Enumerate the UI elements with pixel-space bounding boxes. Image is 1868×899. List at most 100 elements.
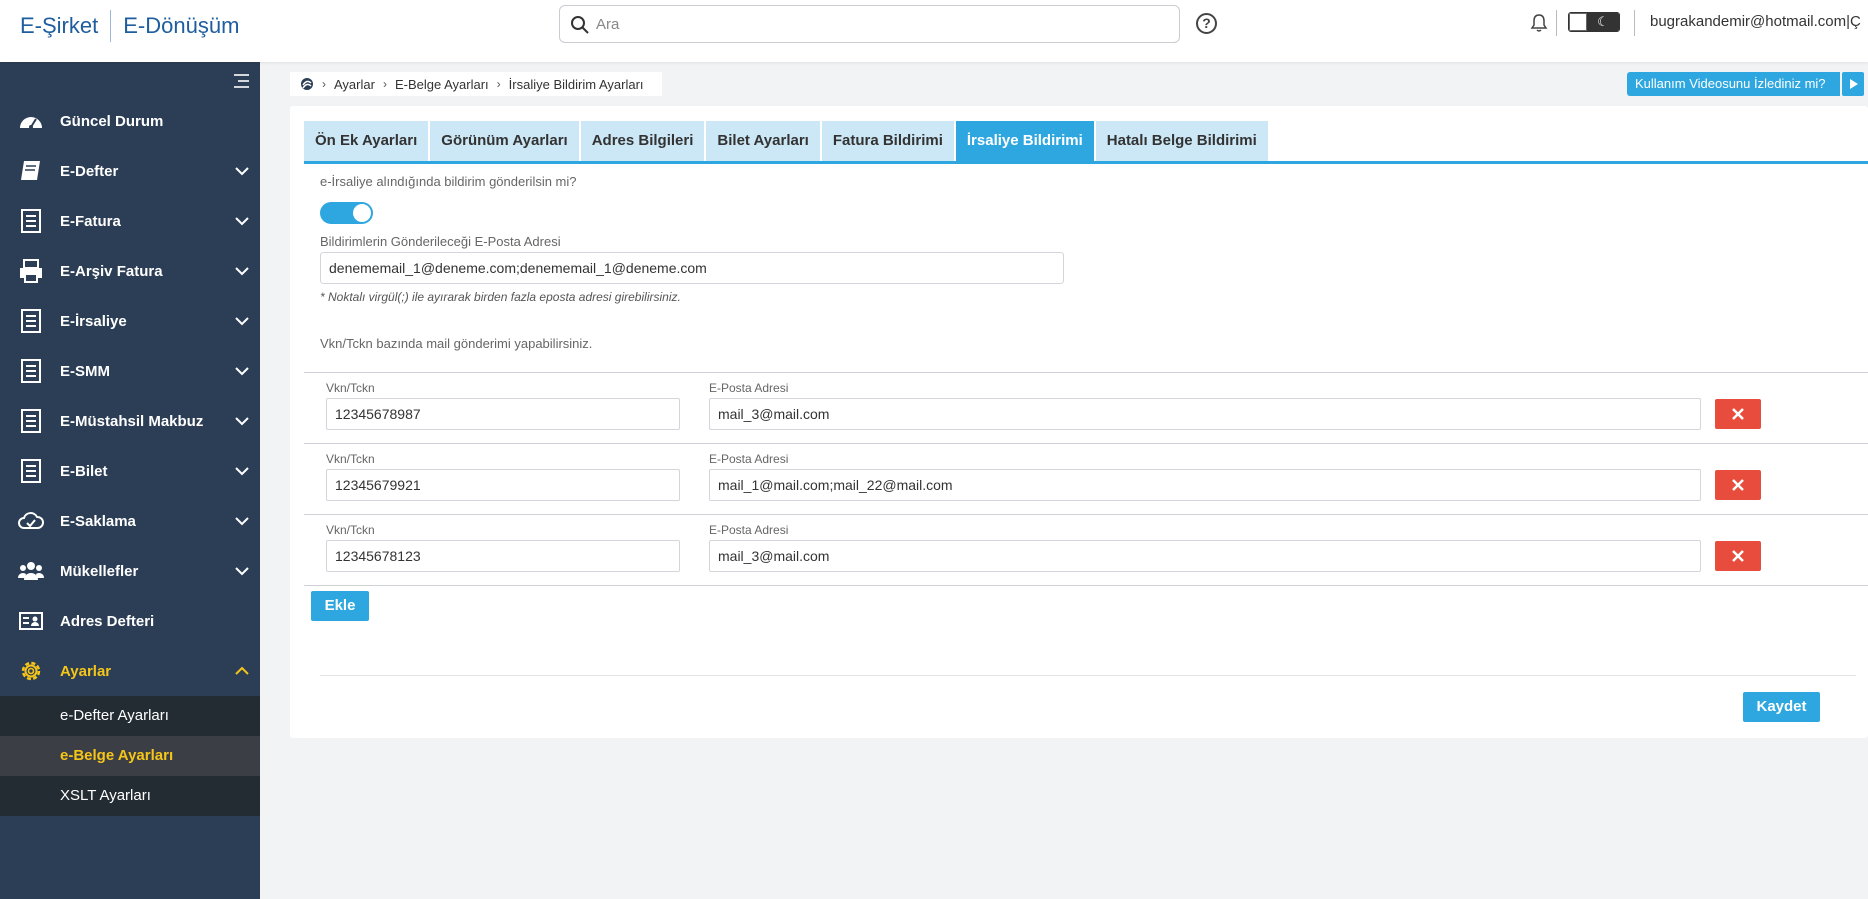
- sidebar-item-label: E-İrsaliye: [60, 312, 127, 330]
- vkn-input[interactable]: [326, 469, 680, 501]
- add-row-button[interactable]: Ekle: [311, 591, 369, 621]
- vkn-label: Vkn/Tckn: [326, 381, 375, 395]
- sidebar-item-e-mustahsil-makbuz[interactable]: E-Müstahsil Makbuz: [0, 396, 260, 446]
- chevron-down-icon: [235, 367, 249, 376]
- close-icon: [1732, 479, 1744, 491]
- book-icon: [21, 161, 40, 180]
- sidebar-item-adres-defteri[interactable]: Adres Defteri: [0, 596, 260, 646]
- vkn-info-text: Vkn/Tckn bazında mail gönderimi yapabili…: [320, 336, 593, 351]
- tab-adres-bilgileri[interactable]: Adres Bilgileri: [580, 121, 705, 161]
- sidebar-subitem-xslt-ayarlari[interactable]: XSLT Ayarları: [0, 776, 260, 816]
- vkn-input[interactable]: [326, 398, 680, 430]
- sidebar-item-label: E-Fatura: [60, 212, 121, 230]
- breadcrumb: › Ayarlar › E-Belge Ayarları › İrsaliye …: [290, 72, 662, 96]
- breadcrumb-item-e-belge-ayarlari[interactable]: E-Belge Ayarları: [395, 77, 489, 92]
- search-icon: [571, 16, 589, 34]
- row-email-label: E-Posta Adresi: [709, 381, 789, 395]
- chevron-down-icon: [235, 467, 249, 476]
- receipt-icon: [21, 209, 41, 233]
- cloud-icon: [18, 512, 44, 529]
- tab-irsaliye-bildirimi[interactable]: İrsaliye Bildirimi: [955, 121, 1094, 161]
- breadcrumb-separator: ›: [322, 77, 326, 91]
- row-divider: [304, 372, 1868, 373]
- tab-on-ek-ayarlari[interactable]: Ön Ek Ayarları: [304, 121, 429, 161]
- sidebar-item-e-fatura[interactable]: E-Fatura: [0, 196, 260, 246]
- tab-gorunum-ayarlari[interactable]: Görünüm Ayarları: [430, 121, 579, 161]
- row-email-input[interactable]: [709, 540, 1701, 572]
- top-header: E-Şirket E-Dönüşüm ? ☾ bugrakandemir@hot…: [0, 0, 1868, 62]
- sidebar-subitem-label: XSLT Ayarları: [60, 787, 151, 804]
- tab-bar: Ön Ek Ayarları Görünüm Ayarları Adres Bi…: [304, 121, 1270, 161]
- vkn-label: Vkn/Tckn: [326, 523, 375, 537]
- tab-bilet-ayarlari[interactable]: Bilet Ayarları: [706, 121, 820, 161]
- chevron-down-icon: [235, 317, 249, 326]
- sidebar-item-e-irsaliye[interactable]: E-İrsaliye: [0, 296, 260, 346]
- sidebar-item-label: Mükellefler: [60, 562, 139, 580]
- row-email-label: E-Posta Adresi: [709, 523, 789, 537]
- sidebar-item-label: E-Saklama: [60, 512, 136, 530]
- delete-row-button[interactable]: [1715, 399, 1761, 429]
- sidebar: Güncel Durum E-Defter E-Fatura E-Arşiv F…: [0, 62, 260, 899]
- sidebar-item-e-defter[interactable]: E-Defter: [0, 146, 260, 196]
- row-divider: [304, 443, 1868, 444]
- notification-bell-icon[interactable]: [1530, 13, 1548, 33]
- sidebar-item-e-smm[interactable]: E-SMM: [0, 346, 260, 396]
- chevron-down-icon: [235, 267, 249, 276]
- delete-row-button[interactable]: [1715, 541, 1761, 571]
- home-logo-icon[interactable]: [300, 77, 314, 91]
- receipt-icon: [21, 409, 41, 433]
- chevron-down-icon: [235, 417, 249, 426]
- email-field-label: Bildirimlerin Gönderileceği E-Posta Adre…: [320, 234, 561, 249]
- row-email-input[interactable]: [709, 469, 1701, 501]
- user-email[interactable]: bugrakandemir@hotmail.com|Ç: [1650, 13, 1861, 30]
- row-divider: [304, 514, 1868, 515]
- sidebar-item-guncel-durum[interactable]: Güncel Durum: [0, 96, 260, 146]
- sidebar-item-e-saklama[interactable]: E-Saklama: [0, 496, 260, 546]
- light-mode-icon: [1569, 13, 1587, 31]
- sidebar-item-label: E-Bilet: [60, 462, 108, 480]
- header-divider: [1634, 10, 1635, 36]
- theme-toggle[interactable]: ☾: [1568, 12, 1620, 32]
- sidebar-item-mukellefler[interactable]: Mükellefler: [0, 546, 260, 596]
- video-help-button[interactable]: Kullanım Videosunu İzlediniz mi?: [1627, 72, 1840, 96]
- row-email-input[interactable]: [709, 398, 1701, 430]
- sidebar-item-label: E-Arşiv Fatura: [60, 262, 163, 280]
- brand-product: E-Dönüşüm: [123, 13, 240, 38]
- delete-row-button[interactable]: [1715, 470, 1761, 500]
- vkn-input[interactable]: [326, 540, 680, 572]
- sidebar-subitem-label: e-Belge Ayarları: [60, 747, 174, 764]
- close-icon: [1732, 408, 1744, 420]
- brand-divider: [110, 10, 112, 42]
- printer-icon: [20, 259, 42, 283]
- sidebar-subitem-e-defter-ayarlari[interactable]: e-Defter Ayarları: [0, 696, 260, 736]
- play-icon[interactable]: [1842, 72, 1864, 96]
- tab-fatura-bildirimi[interactable]: Fatura Bildirimi: [821, 121, 954, 161]
- help-icon[interactable]: ?: [1196, 13, 1217, 34]
- tab-hatali-belge-bildirimi[interactable]: Hatalı Belge Bildirimi: [1095, 121, 1268, 161]
- sidebar-item-label: Ayarlar: [60, 662, 112, 680]
- menu-collapse-icon[interactable]: [230, 72, 250, 90]
- row-email-label: E-Posta Adresi: [709, 452, 789, 466]
- sidebar-item-ayarlar[interactable]: Ayarlar: [0, 646, 260, 696]
- notification-email-input[interactable]: [320, 252, 1064, 284]
- chevron-down-icon: [235, 517, 249, 526]
- row-divider: [304, 585, 1868, 586]
- breadcrumb-separator: ›: [382, 77, 387, 91]
- receipt-icon: [21, 459, 41, 483]
- breadcrumb-item-ayarlar[interactable]: Ayarlar: [334, 77, 375, 92]
- moon-icon: ☾: [1587, 13, 1619, 31]
- switch-knob: [353, 204, 371, 222]
- sidebar-subitem-e-belge-ayarlari[interactable]: e-Belge Ayarları: [0, 736, 260, 776]
- save-button[interactable]: Kaydet: [1743, 692, 1820, 722]
- brand-logo[interactable]: E-Şirket E-Dönüşüm: [20, 10, 239, 42]
- brand-company: E-Şirket: [20, 13, 99, 38]
- notify-question-label: e-İrsaliye alındığında bildirim gönderil…: [320, 174, 577, 189]
- notify-toggle-switch[interactable]: [320, 202, 373, 224]
- chevron-down-icon: [235, 217, 249, 226]
- chevron-up-icon: [235, 666, 249, 675]
- chevron-down-icon: [235, 167, 249, 176]
- email-hint-text: * Noktalı virgül(;) ile ayırarak birden …: [320, 290, 681, 304]
- sidebar-item-e-bilet[interactable]: E-Bilet: [0, 446, 260, 496]
- search-input[interactable]: [596, 10, 1156, 38]
- sidebar-item-e-arsiv-fatura[interactable]: E-Arşiv Fatura: [0, 246, 260, 296]
